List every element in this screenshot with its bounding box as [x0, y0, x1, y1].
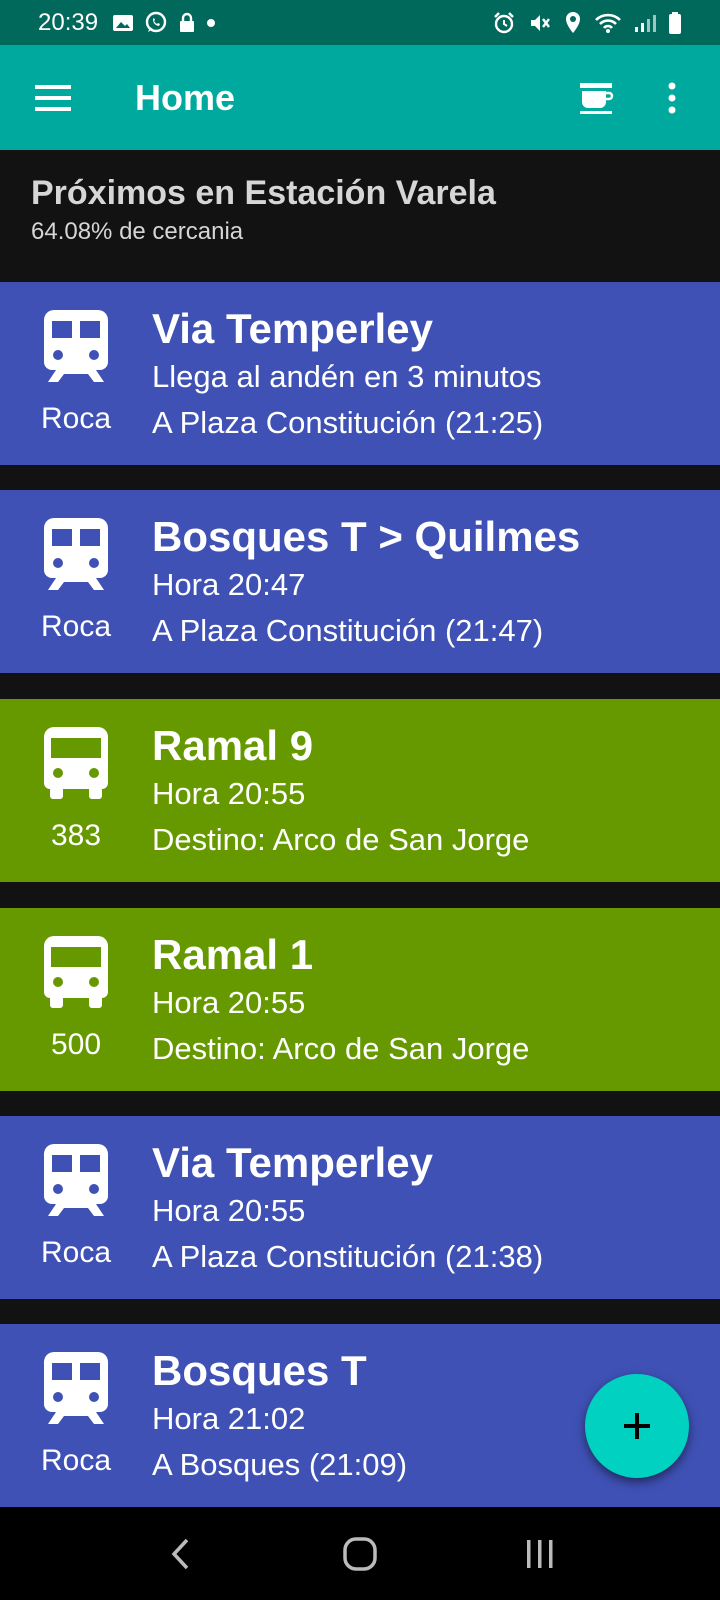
station-header: Próximos en Estación Varela 64.08% de ce… [0, 150, 720, 282]
arrival-time: Llega al andén en 3 minutos [152, 359, 542, 394]
recents-button[interactable] [500, 1514, 580, 1594]
arrival-card[interactable]: Roca Via Temperley Hora 20:55 A Plaza Co… [0, 1116, 720, 1299]
whatsapp-icon [144, 11, 168, 35]
train-icon [44, 310, 108, 382]
line-label: Roca [40, 1236, 112, 1269]
route-name: Via Temperley [152, 1139, 433, 1186]
route-name: Bosques T [152, 1347, 367, 1394]
station-title: Próximos en Estación Varela [31, 174, 496, 212]
train-icon [44, 1144, 108, 1216]
arrival-card[interactable]: Roca Bosques T > Quilmes Hora 20:47 A Pl… [0, 490, 720, 673]
home-button[interactable] [320, 1514, 400, 1594]
bus-icon [44, 936, 108, 1008]
status-time: 20:39 [38, 8, 99, 36]
lock-icon [178, 12, 196, 34]
home-icon [343, 1536, 377, 1571]
more-vert-icon [668, 82, 676, 113]
bus-icon [44, 727, 108, 799]
image-icon [112, 13, 134, 33]
status-bar: 20:39 [0, 0, 720, 45]
arrival-card[interactable]: 383 Ramal 9 Hora 20:55 Destino: Arco de … [0, 699, 720, 882]
line-label: 383 [50, 819, 102, 852]
menu-button[interactable] [27, 72, 79, 124]
battery-icon [668, 11, 682, 35]
arrival-card[interactable]: Roca Via Temperley Llega al andén en 3 m… [0, 282, 720, 465]
destination: A Plaza Constitución (21:38) [152, 1239, 544, 1274]
line-label: Roca [40, 402, 112, 435]
add-button[interactable] [585, 1374, 689, 1478]
train-icon [44, 518, 108, 590]
line-label: Roca [40, 1444, 112, 1477]
app-bar: Home [0, 45, 720, 150]
wifi-icon [594, 12, 622, 34]
arrivals-list[interactable]: Roca Via Temperley Llega al andén en 3 m… [0, 282, 720, 1507]
line-label: Roca [40, 610, 112, 643]
coffee-button[interactable] [568, 70, 624, 126]
more-options-button[interactable] [644, 70, 700, 126]
proximity-text: 64.08% de cercania [31, 218, 244, 245]
back-icon [171, 1538, 189, 1569]
signal-icon [634, 13, 656, 33]
arrival-time: Hora 20:47 [152, 567, 306, 602]
alarm-icon [492, 11, 516, 35]
back-button[interactable] [140, 1514, 220, 1594]
destination: Destino: Arco de San Jorge [152, 1031, 530, 1066]
mute-icon [528, 11, 552, 35]
arrival-time: Hora 20:55 [152, 776, 306, 811]
recents-icon [527, 1539, 553, 1568]
destination: A Plaza Constitución (21:47) [152, 613, 544, 648]
location-icon [564, 11, 582, 35]
route-name: Bosques T > Quilmes [152, 513, 581, 560]
hamburger-menu-icon [35, 84, 71, 111]
arrival-time: Hora 20:55 [152, 1193, 306, 1228]
dot-icon [206, 18, 216, 28]
route-name: Ramal 1 [152, 931, 314, 978]
destination: A Plaza Constitución (21:25) [152, 405, 544, 440]
arrival-time: Hora 20:55 [152, 985, 306, 1020]
destination: Destino: Arco de San Jorge [152, 822, 530, 857]
route-name: Ramal 9 [152, 722, 314, 769]
plus-icon [624, 1413, 650, 1439]
train-icon [44, 1352, 108, 1424]
route-name: Via Temperley [152, 305, 433, 352]
system-nav-bar [0, 1507, 720, 1600]
arrival-time: Hora 21:02 [152, 1401, 306, 1436]
line-label: 500 [50, 1028, 102, 1061]
coffee-cup-icon [580, 82, 614, 114]
page-title: Home [135, 76, 236, 118]
destination: A Bosques (21:09) [152, 1447, 408, 1482]
arrival-card[interactable]: 500 Ramal 1 Hora 20:55 Destino: Arco de … [0, 908, 720, 1091]
